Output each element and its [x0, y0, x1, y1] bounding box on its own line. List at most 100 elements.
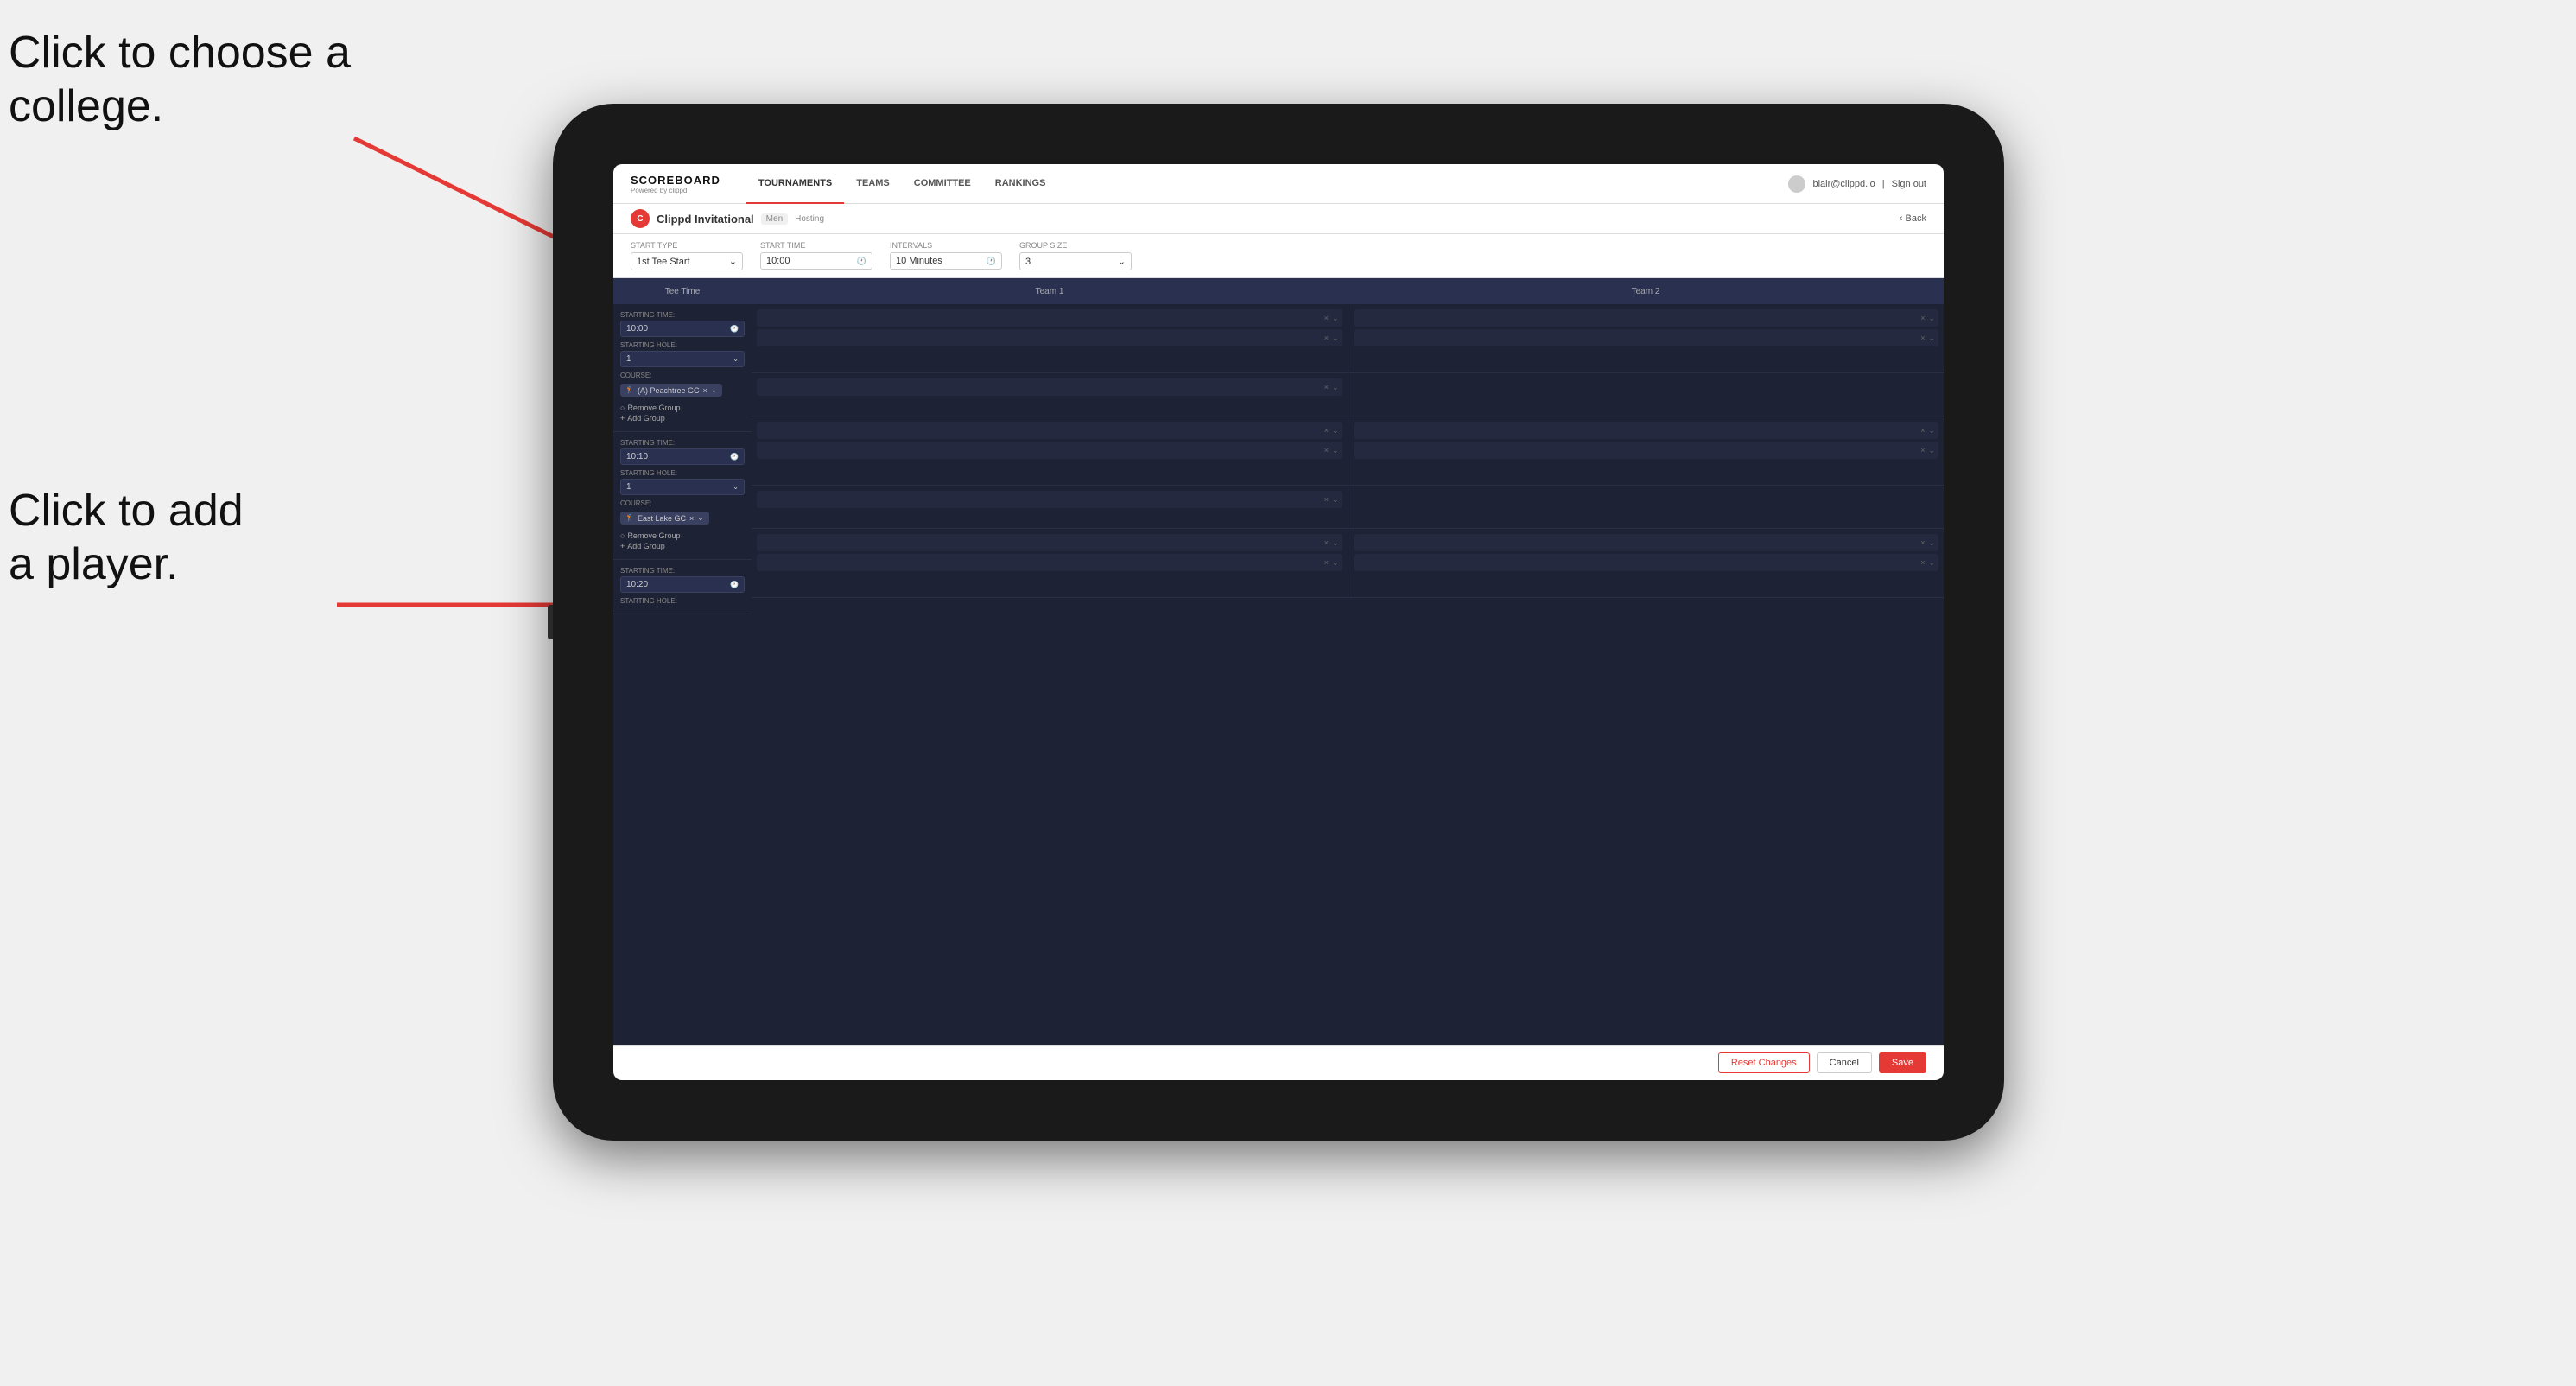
main-content: STARTING TIME: 10:00 🕐 STARTING HOLE: 1 …: [613, 304, 1944, 1045]
footer: Reset Changes Cancel Save: [613, 1045, 1944, 1080]
starting-time-input-3[interactable]: 10:20 🕐: [620, 576, 745, 593]
starting-hole-input-1[interactable]: 1 ⌄: [620, 351, 745, 367]
cancel-button[interactable]: Cancel: [1817, 1052, 1872, 1073]
intervals-label: Intervals: [890, 241, 1002, 250]
pipe: |: [1882, 179, 1885, 189]
start-time-input[interactable]: 10:00 🕐: [760, 252, 872, 270]
player-slot-1-1[interactable]: × ⌄: [757, 309, 1342, 327]
course-label-1: COURSE:: [620, 372, 745, 379]
nav-rankings[interactable]: RANKINGS: [983, 164, 1058, 204]
player-slot-1-3[interactable]: × ⌄: [1354, 309, 1939, 327]
avatar: [1788, 175, 1805, 193]
starting-time-input-1[interactable]: 10:00 🕐: [620, 321, 745, 337]
starting-hole-label-2: STARTING HOLE:: [620, 469, 745, 477]
team2-col-1: × ⌄ × ⌄: [1348, 304, 1945, 372]
annotation-college: Click to choose acollege.: [9, 26, 351, 134]
tablet-screen: SCOREBOARD Powered by clippd TOURNAMENTS…: [613, 164, 1944, 1080]
teams-row-2b: × ⌄: [752, 486, 1944, 529]
add-group-1[interactable]: + Add Group: [620, 414, 745, 423]
player-slot-course-1[interactable]: × ⌄: [757, 378, 1342, 396]
course-label-2: COURSE:: [620, 499, 745, 507]
sub-header-left: C Clippd Invitational Men Hosting: [631, 209, 824, 228]
player-slot-2-3[interactable]: × ⌄: [1354, 422, 1939, 439]
remove-group-2[interactable]: ○ Remove Group: [620, 531, 745, 540]
start-type-select[interactable]: 1st Tee Start ⌄: [631, 252, 743, 270]
team1-col-3: × ⌄ × ⌄: [752, 529, 1348, 597]
player-slot-course-2[interactable]: × ⌄: [757, 491, 1342, 508]
nav-bar: SCOREBOARD Powered by clippd TOURNAMENTS…: [613, 164, 1944, 204]
annotation-player: Click to adda player.: [9, 484, 244, 592]
user-email: blair@clippd.io: [1812, 179, 1875, 189]
group-size-select[interactable]: 3 ⌄: [1019, 252, 1132, 270]
teams-row-1: × ⌄ × ⌄ × ⌄ ×: [752, 304, 1944, 373]
side-button: [548, 605, 553, 639]
logo-sub: Powered by clippd: [631, 187, 720, 194]
player-slot-3-3[interactable]: × ⌄: [1354, 534, 1939, 551]
course-tag-1[interactable]: 🏌 (A) Peachtree GC × ⌄: [620, 384, 722, 397]
th-team1: Team 1: [752, 287, 1348, 296]
left-column: STARTING TIME: 10:00 🕐 STARTING HOLE: 1 …: [613, 304, 752, 1045]
tournament-title: Clippd Invitational: [657, 213, 754, 226]
starting-hole-label-3: STARTING HOLE:: [620, 597, 745, 605]
team2-col-2: × ⌄ × ⌄: [1348, 416, 1945, 485]
nav-links: TOURNAMENTS TEAMS COMMITTEE RANKINGS: [746, 164, 1789, 204]
tee-group-2: STARTING TIME: 10:10 🕐 STARTING HOLE: 1 …: [613, 432, 752, 560]
player-slot-3-4[interactable]: × ⌄: [1354, 554, 1939, 571]
nav-logo: SCOREBOARD Powered by clippd: [631, 174, 720, 194]
intervals-group: Intervals 10 Minutes 🕐: [890, 241, 1002, 270]
team1-col-1: × ⌄ × ⌄: [752, 304, 1348, 372]
save-button[interactable]: Save: [1879, 1052, 1926, 1073]
tee-group-3: STARTING TIME: 10:20 🕐 STARTING HOLE:: [613, 560, 752, 614]
start-type-group: Start Type 1st Tee Start ⌄: [631, 241, 743, 270]
starting-time-label-2: STARTING TIME:: [620, 439, 745, 447]
reset-changes-button[interactable]: Reset Changes: [1718, 1052, 1810, 1073]
team2-course-empty-2: [1348, 486, 1945, 528]
remove-group-1[interactable]: ○ Remove Group: [620, 404, 745, 412]
starting-time-label-1: STARTING TIME:: [620, 311, 745, 319]
tee-group-1: STARTING TIME: 10:00 🕐 STARTING HOLE: 1 …: [613, 304, 752, 432]
th-tee-time: Tee Time: [613, 287, 752, 296]
sign-out-link[interactable]: Sign out: [1892, 179, 1926, 189]
nav-tournaments[interactable]: TOURNAMENTS: [746, 164, 844, 204]
course-tag-2[interactable]: 🏌 East Lake GC × ⌄: [620, 512, 709, 525]
start-type-label: Start Type: [631, 241, 743, 250]
tournament-tag: Hosting: [795, 214, 824, 224]
tournament-badge: Men: [761, 213, 788, 225]
group-size-group: Group Size 3 ⌄: [1019, 241, 1132, 270]
sub-header: C Clippd Invitational Men Hosting ‹ Back: [613, 204, 1944, 234]
teams-row-2: × ⌄ × ⌄ × ⌄ ×: [752, 416, 1944, 486]
right-content: × ⌄ × ⌄ × ⌄ ×: [752, 304, 1944, 1045]
player-slot-3-2[interactable]: × ⌄: [757, 554, 1342, 571]
starting-time-input-2[interactable]: 10:10 🕐: [620, 448, 745, 465]
starting-hole-input-2[interactable]: 1 ⌄: [620, 479, 745, 495]
add-group-2[interactable]: + Add Group: [620, 542, 745, 550]
nav-committee[interactable]: COMMITTEE: [902, 164, 983, 204]
start-time-group: Start Time 10:00 🕐: [760, 241, 872, 270]
back-button[interactable]: ‹ Back: [1900, 213, 1926, 224]
controls-row: Start Type 1st Tee Start ⌄ Start Time 10…: [613, 234, 1944, 278]
starting-time-label-3: STARTING TIME:: [620, 567, 745, 575]
player-slot-2-1[interactable]: × ⌄: [757, 422, 1342, 439]
player-slot-1-2[interactable]: × ⌄: [757, 329, 1342, 346]
table-header: Tee Time Team 1 Team 2: [613, 278, 1944, 304]
team1-col-2: × ⌄ × ⌄: [752, 416, 1348, 485]
team1-course-row: × ⌄: [752, 373, 1348, 416]
clippd-logo: C: [631, 209, 650, 228]
starting-hole-label-1: STARTING HOLE:: [620, 341, 745, 349]
teams-row-3: × ⌄ × ⌄ × ⌄ ×: [752, 529, 1944, 598]
th-team2: Team 2: [1348, 287, 1944, 296]
player-slot-1-4[interactable]: × ⌄: [1354, 329, 1939, 346]
teams-row-1b: × ⌄: [752, 373, 1944, 416]
team2-col-3: × ⌄ × ⌄: [1348, 529, 1945, 597]
player-slot-3-1[interactable]: × ⌄: [757, 534, 1342, 551]
team1-course-row-2: × ⌄: [752, 486, 1348, 528]
nav-teams[interactable]: TEAMS: [844, 164, 902, 204]
team2-course-empty: [1348, 373, 1945, 416]
logo-title: SCOREBOARD: [631, 174, 720, 187]
nav-user: blair@clippd.io | Sign out: [1788, 175, 1926, 193]
tablet-frame: SCOREBOARD Powered by clippd TOURNAMENTS…: [553, 104, 2004, 1141]
group-size-label: Group Size: [1019, 241, 1132, 250]
player-slot-2-2[interactable]: × ⌄: [757, 442, 1342, 459]
player-slot-2-4[interactable]: × ⌄: [1354, 442, 1939, 459]
intervals-select[interactable]: 10 Minutes 🕐: [890, 252, 1002, 270]
